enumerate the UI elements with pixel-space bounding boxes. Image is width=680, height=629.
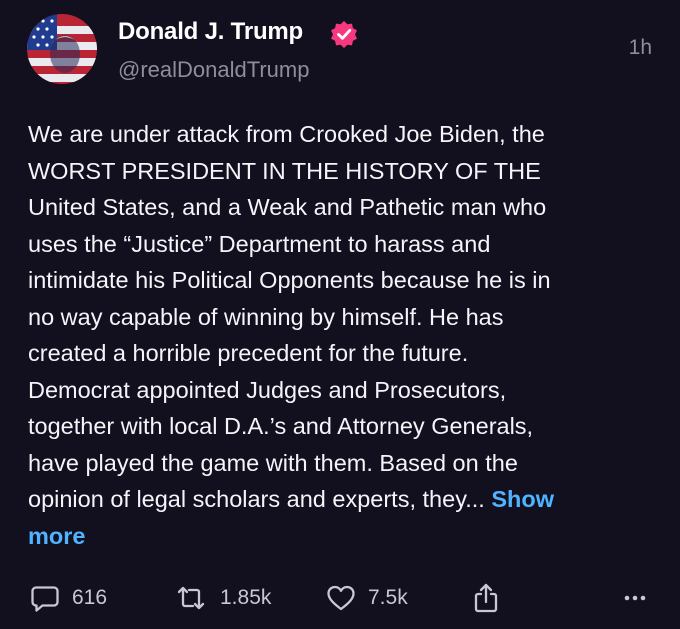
avatar[interactable] xyxy=(27,14,97,84)
author-handle[interactable]: @realDonaldTrump xyxy=(118,57,309,83)
repost-button[interactable]: 1.85k xyxy=(174,580,271,616)
post-text-line: Democrat appointed Judges and Prosecutor… xyxy=(28,376,507,403)
post-text-line: United States, and a Weak and Pathetic m… xyxy=(28,194,547,220)
reply-count: 616 xyxy=(72,586,108,609)
verified-badge-icon xyxy=(330,20,358,48)
timestamp[interactable]: 1h xyxy=(629,36,652,60)
more-icon xyxy=(620,583,650,613)
share-icon xyxy=(472,582,500,614)
more-options-button[interactable] xyxy=(620,580,650,616)
post-text-line: created a horrible precedent for the fut… xyxy=(28,340,469,366)
post-text: We are under attack from Crooked Joe Bid… xyxy=(28,116,658,554)
heart-icon xyxy=(326,583,356,613)
post-text-last-line: opinion of legal scholars and experts, t… xyxy=(28,481,658,518)
action-bar: 616 1.85k 7.5k xyxy=(0,580,680,616)
like-count: 7.5k xyxy=(368,586,408,609)
post-text-line: no way capable of winning by himself. He… xyxy=(28,303,504,330)
post-text-line: uses the “Justice” Department to harass … xyxy=(28,230,491,257)
post-card[interactable]: Donald J. Trump @realDonaldTrump 1h We a… xyxy=(0,0,680,629)
post-text-line: together with local D.A.’s and Attorney … xyxy=(28,413,534,439)
post-text-line: We are under attack from Crooked Joe Bid… xyxy=(28,121,545,147)
post-text-line: have played the game with them. Based on… xyxy=(28,449,518,476)
post-text-line: intimidate his Political Opponents becau… xyxy=(28,267,551,293)
like-button[interactable]: 7.5k xyxy=(326,580,408,616)
post-text-line: WORST PRESIDENT IN THE HISTORY OF THE xyxy=(28,157,541,184)
show-more-continuation: more xyxy=(28,518,658,555)
author-name[interactable]: Donald J. Trump xyxy=(118,18,303,46)
share-button[interactable] xyxy=(472,580,500,616)
comment-icon xyxy=(30,583,60,613)
repost-count: 1.85k xyxy=(220,586,272,609)
reply-button[interactable]: 616 xyxy=(30,580,107,616)
show-more-link-continued[interactable]: more xyxy=(28,523,85,549)
repost-icon xyxy=(174,583,208,613)
post-text-line: opinion of legal scholars and experts, t… xyxy=(28,486,485,512)
show-more-link[interactable]: Show xyxy=(491,486,554,512)
